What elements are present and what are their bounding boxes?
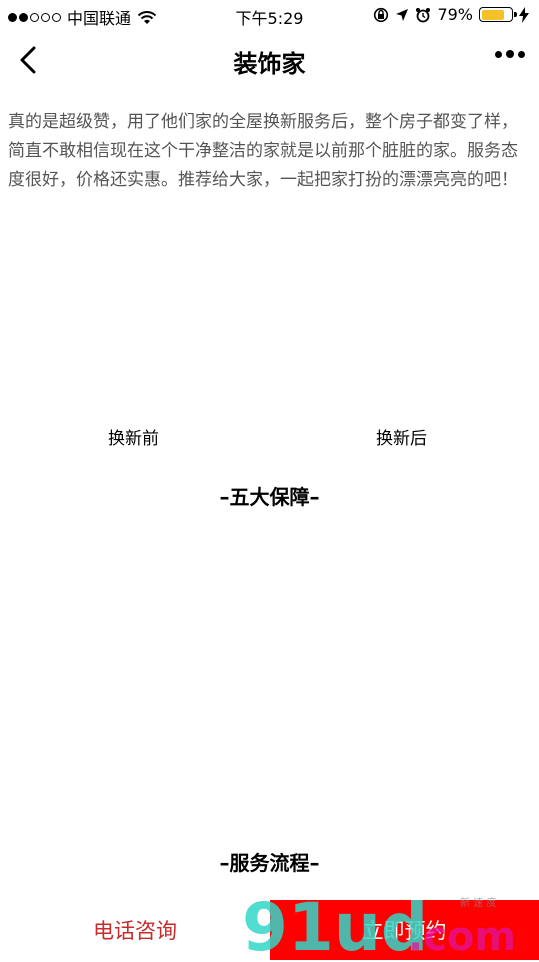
charging-bolt-icon [519,6,529,23]
location-arrow-icon [396,8,409,21]
status-right: 79% [373,5,529,24]
more-dot-icon [495,50,502,58]
customer-review-text: 真的是超级赞，用了他们家的全屋换新服务后，整个房子都变了样，简直不敢相信现在这个… [8,112,518,190]
navigation-bar: 装饰家 [0,32,539,90]
guarantees-section-title: –五大保障– [219,485,320,509]
orientation-lock-icon [374,7,389,22]
after-label: 换新后 [376,429,427,449]
battery-icon [479,7,517,22]
service-process-section-title: –服务流程– [219,851,320,875]
battery-percent: 79% [437,5,473,24]
page-title: 装饰家 [233,50,306,78]
more-dot-icon [518,50,525,58]
phone-consult-button[interactable]: 电话咨询 [0,900,270,960]
before-after-comparison: 换新前 换新后 [0,420,539,450]
battery-level-fill [481,9,505,20]
before-label: 换新前 [108,429,159,449]
book-now-button[interactable]: 立即预约 [270,900,539,960]
more-options-button[interactable] [495,50,525,58]
status-bar: 中国联通 下午5:29 79% [0,0,539,32]
alarm-clock-icon [416,7,431,22]
bottom-action-bar: 电话咨询 立即预约 [0,900,539,960]
more-dot-icon [506,50,514,58]
